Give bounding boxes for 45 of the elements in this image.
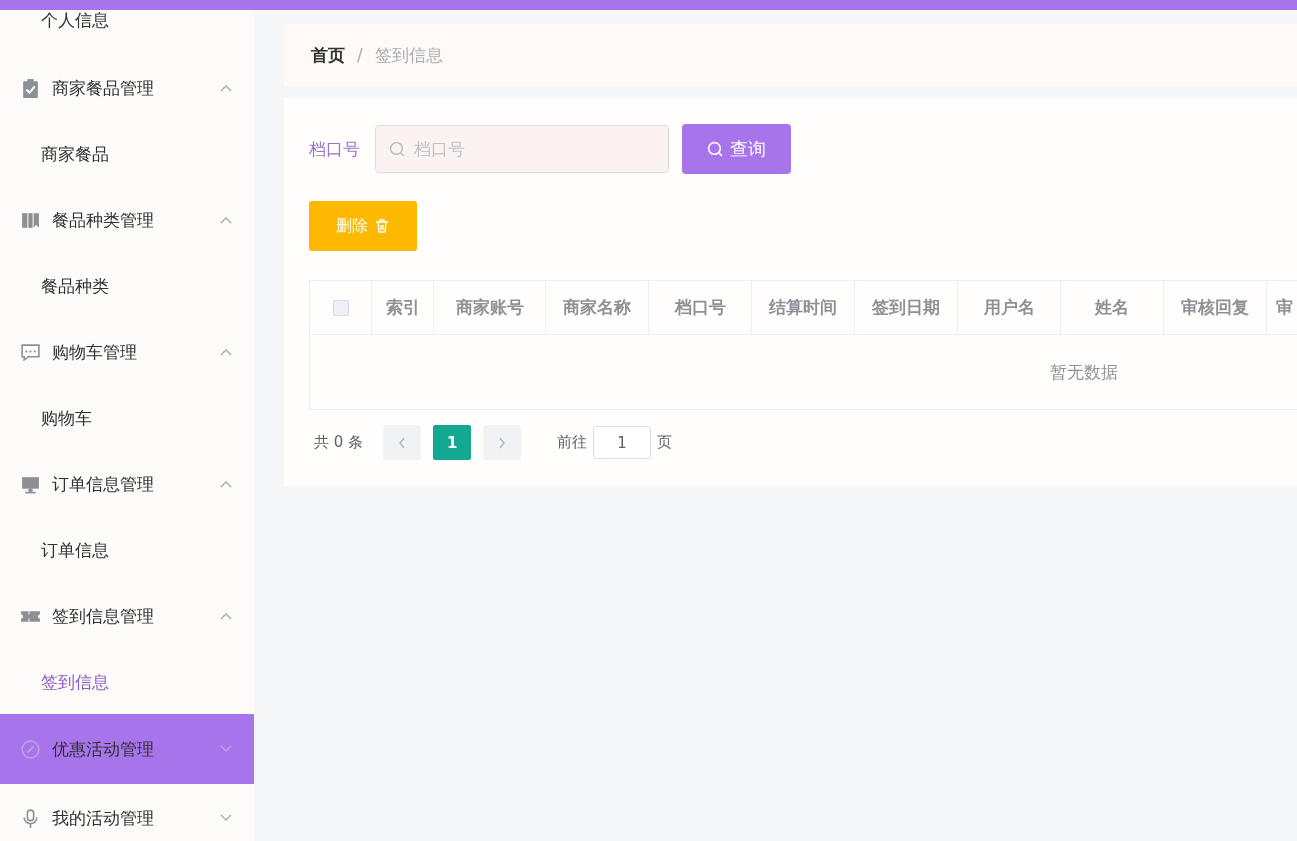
goto-label: 前往 [557,433,588,452]
menu-item[interactable]: 订单信息 [0,518,254,582]
total-count: 共 0 条 [314,433,364,452]
column-header: 签到日期 [872,296,940,319]
column-header: 姓名 [1095,296,1129,319]
column-header: 索引 [385,296,420,319]
checkbox[interactable] [332,299,349,316]
column-header: 审核回复 [1181,296,1249,319]
page-suffix: 页 [657,433,673,452]
breadcrumb-item[interactable]: 首页 [311,43,345,67]
trash-icon [374,218,390,234]
menu-group[interactable]: 签到信息管理 [0,582,254,650]
mic-icon [20,807,41,829]
search-icon [389,140,406,158]
column-header: 审 [1276,296,1293,319]
empty-text: 暂无数据 [1050,360,1118,384]
menu-item[interactable]: 购物车 [0,386,254,450]
page-input[interactable]: 1 [593,426,652,459]
search-icon [707,140,724,158]
column-header: 用户名 [983,296,1035,319]
column-header: 商家名称 [563,296,631,319]
chat-icon [20,341,41,363]
column-header: 档口号 [674,296,726,319]
menu-group[interactable]: 优惠活动管理 [0,714,254,784]
column-header: 结算时间 [769,296,837,319]
prev-page-button[interactable] [383,425,422,460]
next-page-button[interactable] [483,425,522,460]
menu-group[interactable]: 购物车管理 [0,318,254,386]
breadcrumb-separator: / [357,45,363,65]
menu-item[interactable]: 个人信息 [0,10,254,54]
breadcrumb-item: 签到信息 [374,43,443,67]
chevron-left-icon [398,436,407,449]
menu-item[interactable]: 签到信息 [0,650,254,714]
menu-item[interactable]: 商家餐品 [0,122,254,186]
placeholder-text: 档口号 [414,137,465,161]
chevron-right-icon [498,436,507,449]
menu-item[interactable]: 餐品种类 [0,254,254,318]
column-header: 商家账号 [455,296,524,319]
field-label: 档口号 [309,137,360,161]
menu-group[interactable]: 订单信息管理 [0,450,254,518]
discount-icon [20,738,41,760]
menu-group[interactable]: 商家餐品管理 [0,54,254,122]
menu-group[interactable]: 餐品种类管理 [0,186,254,254]
menu-group[interactable]: 我的活动管理 [0,784,254,841]
clipboard-icon [20,77,41,99]
